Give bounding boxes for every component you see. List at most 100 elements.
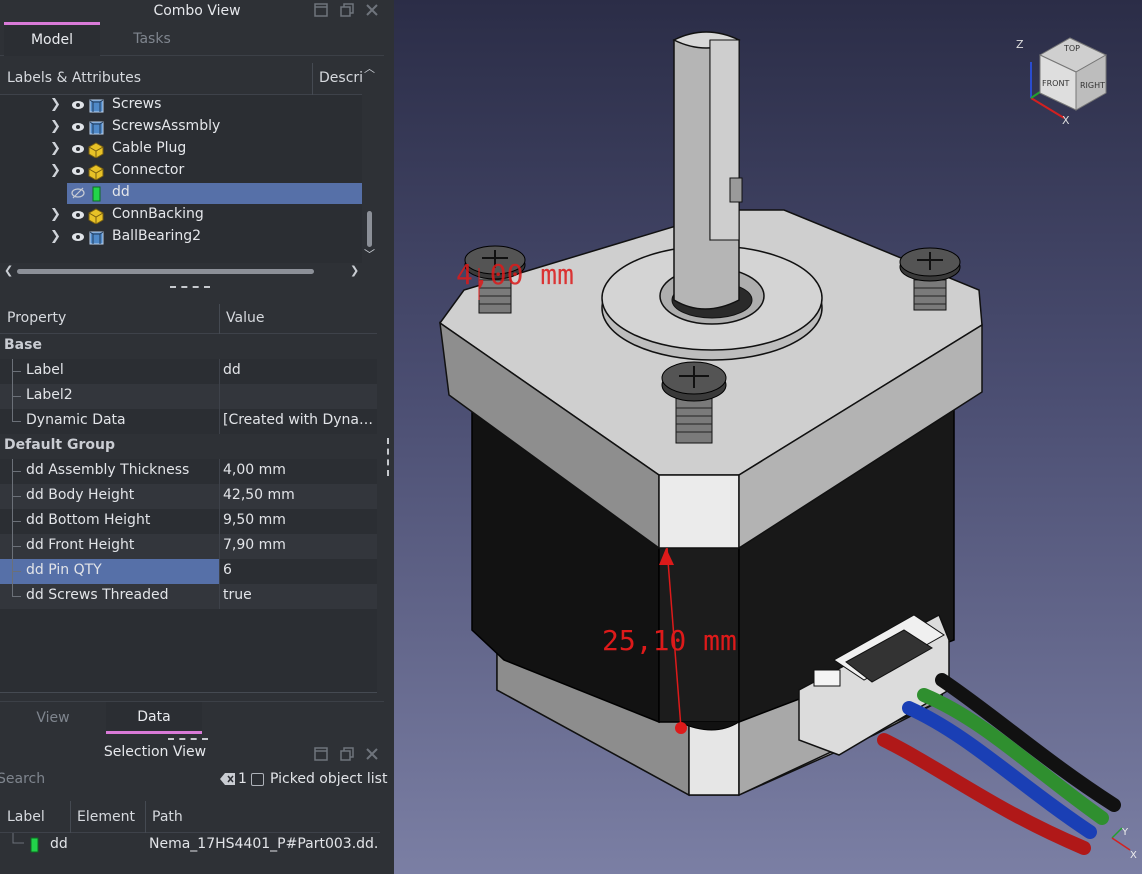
side-resize-handle[interactable]: [387, 438, 390, 476]
visibility-eye-icon[interactable]: [71, 209, 85, 221]
tree-item-label: ScrewsAssmbly: [112, 118, 221, 134]
tree-item-label: dd: [112, 184, 130, 200]
restore-icon[interactable]: [339, 746, 355, 762]
property-row-bottom-height[interactable]: dd Bottom Height 9,50 mm: [0, 509, 377, 534]
tab-model[interactable]: Model: [4, 22, 100, 56]
expand-chevron-icon[interactable]: ❯: [50, 164, 61, 178]
combo-view-panel: Combo View Model Tasks Labels & Attribut…: [0, 0, 394, 874]
dynamic-data-icon: [30, 837, 39, 853]
navcube-front[interactable]: FRONT: [1042, 79, 1069, 88]
property-group-base[interactable]: Base: [0, 334, 377, 359]
tree-item-cable-plug[interactable]: ❯ Cable Plug: [0, 139, 362, 161]
navcube-right[interactable]: RIGHT: [1080, 81, 1105, 90]
expand-chevron-icon[interactable]: ❯: [50, 230, 61, 244]
part-icon: [88, 208, 104, 224]
tree-item-screws[interactable]: ❯ Screws: [0, 95, 362, 117]
tree-item-dd[interactable]: dd: [0, 183, 362, 205]
visibility-eye-icon[interactable]: [71, 99, 85, 111]
hidden-eye-icon[interactable]: [71, 187, 85, 199]
group-icon: [89, 99, 104, 113]
scroll-left-arrow-icon[interactable]: ❮: [4, 265, 13, 277]
scroll-right-arrow-icon[interactable]: ❯: [350, 265, 359, 277]
column-value[interactable]: Value: [226, 310, 264, 326]
panel-splitter-handle[interactable]: [170, 286, 210, 288]
navcube-top[interactable]: TOP: [1063, 44, 1080, 53]
visibility-eye-icon[interactable]: [71, 143, 85, 155]
property-value[interactable]: 7,90 mm: [223, 537, 375, 553]
tree-branch-line: [12, 833, 24, 844]
property-value[interactable]: true: [223, 587, 375, 603]
property-row-pin-qty[interactable]: dd Pin QTY 6: [0, 559, 377, 584]
column-label[interactable]: Label: [7, 809, 45, 825]
selection-row[interactable]: dd Nema_17HS4401_P#Part003.dd.: [0, 833, 380, 857]
panel-splitter-handle[interactable]: [168, 738, 208, 740]
property-group-default[interactable]: Default Group: [0, 434, 377, 459]
visibility-eye-icon[interactable]: [71, 165, 85, 177]
tree-item-connbacking[interactable]: ❯ ConnBacking: [0, 205, 362, 227]
tree-horizontal-scrollbar[interactable]: ❮ ❯: [0, 263, 362, 279]
tree-vertical-scrollbar[interactable]: ︿ ﹀: [362, 63, 377, 264]
axis-z-label: Z: [1016, 38, 1024, 51]
visibility-eye-icon[interactable]: [71, 231, 85, 243]
property-header: Property Value: [0, 304, 377, 334]
property-value[interactable]: [Created with Dynam...: [223, 412, 375, 428]
property-row-label2[interactable]: Label2: [0, 384, 377, 409]
property-value[interactable]: 9,50 mm: [223, 512, 375, 528]
selection-count: 1: [238, 771, 247, 787]
property-row-dynamic-data[interactable]: Dynamic Data [Created with Dynam...: [0, 409, 377, 434]
combo-view-title: Combo View: [153, 3, 241, 19]
close-icon[interactable]: [364, 746, 380, 762]
expand-chevron-icon[interactable]: ❯: [50, 120, 61, 134]
float-icon[interactable]: [313, 746, 329, 762]
tab-view[interactable]: View: [5, 702, 101, 734]
property-value[interactable]: 42,50 mm: [223, 487, 375, 503]
group-icon: [89, 231, 104, 245]
search-input[interactable]: Search: [0, 771, 45, 787]
scrollbar-thumb[interactable]: [367, 211, 372, 247]
dimension-label: 4,00 mm: [456, 258, 574, 291]
scroll-down-arrow-icon[interactable]: ﹀: [364, 249, 375, 261]
property-value[interactable]: 4,00 mm: [223, 462, 375, 478]
column-path[interactable]: Path: [152, 809, 183, 825]
picked-object-list-checkbox[interactable]: [251, 773, 264, 786]
tree-item-label: BallBearing2: [112, 228, 202, 244]
close-icon[interactable]: [364, 2, 380, 18]
property-value[interactable]: 6: [223, 562, 375, 578]
dimension-label: 25,10 mm: [602, 624, 737, 657]
part-icon: [88, 164, 104, 180]
property-tabbar: View Data: [0, 701, 384, 734]
divider: [0, 692, 377, 693]
property-row-label[interactable]: Label dd: [0, 359, 377, 384]
expand-chevron-icon[interactable]: ❯: [50, 98, 61, 112]
property-row-body-height[interactable]: dd Body Height 42,50 mm: [0, 484, 377, 509]
stepper-motor-model[interactable]: 4,00 mm 25,10 mm TOP FRONT RIGHT Z X Y X: [394, 0, 1142, 874]
tree-item-label: Screws: [112, 96, 162, 112]
visibility-eye-icon[interactable]: [71, 121, 85, 133]
property-value[interactable]: dd: [223, 362, 375, 378]
expand-chevron-icon[interactable]: ❯: [50, 208, 61, 222]
tree-item-connector[interactable]: ❯ Connector: [0, 161, 362, 183]
float-icon[interactable]: [313, 2, 329, 18]
picked-object-list-label[interactable]: Picked object list: [270, 771, 387, 787]
group-icon: [89, 121, 104, 135]
tree-item-screwsassmbly[interactable]: ❯ ScrewsAssmbly: [0, 117, 362, 139]
property-row-screws-threaded[interactable]: dd Screws Threaded true: [0, 584, 377, 609]
property-row-front-height[interactable]: dd Front Height 7,90 mm: [0, 534, 377, 559]
scrollbar-thumb[interactable]: [17, 269, 314, 274]
column-property[interactable]: Property: [7, 310, 66, 326]
clear-search-icon[interactable]: [220, 772, 236, 786]
tree-item-ballbearing2[interactable]: ❯ BallBearing2: [0, 227, 362, 249]
3d-viewport[interactable]: 4,00 mm 25,10 mm TOP FRONT RIGHT Z X Y X: [394, 0, 1142, 874]
tab-tasks[interactable]: Tasks: [104, 22, 200, 56]
expand-chevron-icon[interactable]: ❯: [50, 142, 61, 156]
navigation-cube[interactable]: TOP FRONT RIGHT Z X: [1016, 37, 1108, 127]
axis-x-label: X: [1062, 114, 1070, 127]
column-labels-attributes[interactable]: Labels & Attributes: [7, 70, 141, 86]
scroll-up-arrow-icon[interactable]: ︿: [364, 63, 375, 75]
tab-data[interactable]: Data: [106, 702, 202, 734]
column-element[interactable]: Element: [77, 809, 135, 825]
tree-item-label: ConnBacking: [112, 206, 204, 222]
restore-icon[interactable]: [339, 2, 355, 18]
property-row-assembly-thickness[interactable]: dd Assembly Thickness 4,00 mm: [0, 459, 377, 484]
selection-view-title: Selection View: [103, 744, 207, 760]
